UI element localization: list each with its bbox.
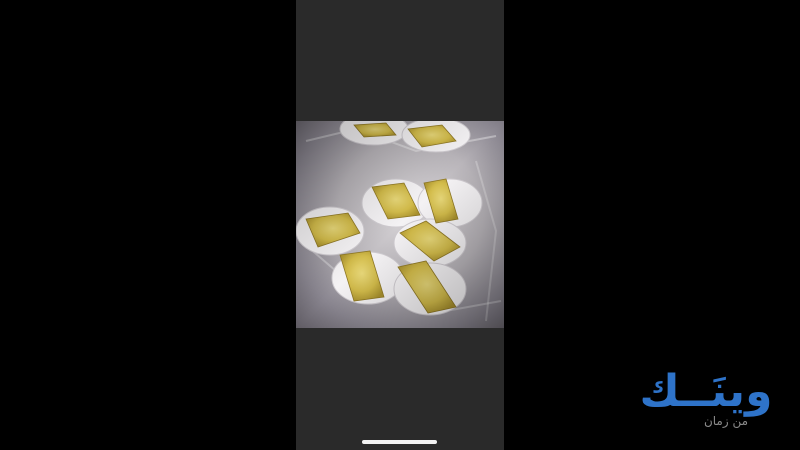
watermark-brand: وينَــك xyxy=(639,366,773,417)
watermark-logo: وينَــك من زمان xyxy=(626,368,786,438)
pastries-photo xyxy=(296,121,504,328)
phone-screen xyxy=(296,0,504,450)
home-indicator[interactable] xyxy=(362,440,437,444)
screen: وينَــك من زمان xyxy=(0,0,800,450)
photo-viewer-image[interactable] xyxy=(296,121,504,328)
